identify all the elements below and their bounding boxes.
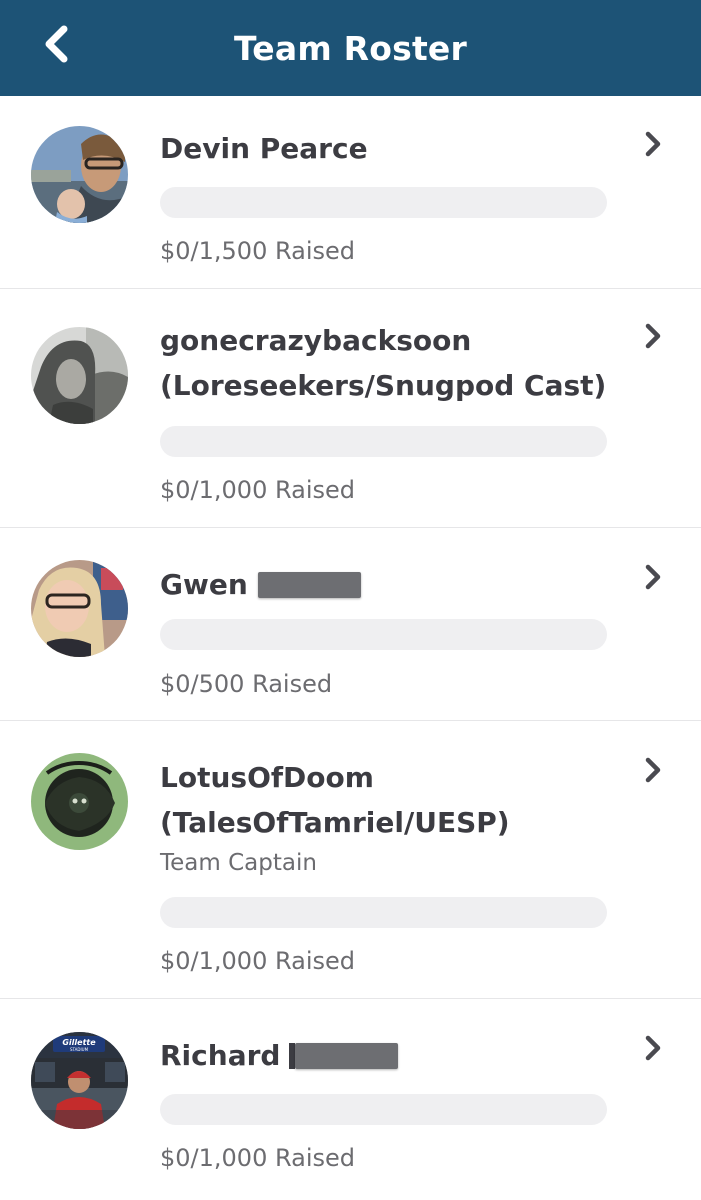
redacted-surname — [295, 1042, 399, 1069]
member-name: Richard — [160, 1039, 281, 1072]
redacted-surname — [257, 571, 361, 598]
amount-raised: $0/1,000 Raised — [160, 947, 355, 975]
chevron-right-icon — [640, 755, 666, 785]
top-bar: Team Roster — [0, 0, 701, 96]
avatar — [31, 560, 128, 657]
amount-raised: $0/500 Raised — [160, 670, 333, 698]
avatar — [31, 753, 128, 850]
list-item[interactable]: Devin Pearce $0/1,500 Raised — [0, 96, 701, 289]
chevron-right-icon — [640, 129, 666, 159]
chevron-left-icon — [45, 25, 68, 63]
fundraising-progress-bar — [160, 187, 607, 218]
member-name: LotusOfDoom (TalesOfTamriel/UESP) — [160, 761, 510, 839]
back-button[interactable] — [36, 22, 76, 66]
list-item[interactable]: Gwen $0/500 Raised — [0, 528, 701, 721]
page-title: Team Roster — [233, 28, 467, 68]
member-role: Team Captain — [160, 850, 317, 876]
amount-raised: $0/1,000 Raised — [160, 476, 355, 504]
member-name: gonecrazybacksoon (Loreseekers/Snugpod C… — [160, 324, 607, 402]
list-item[interactable]: LotusOfDoom (TalesOfTamriel/UESP) Team C… — [0, 721, 701, 999]
chevron-right-icon — [640, 321, 666, 351]
fundraising-progress-bar — [160, 426, 607, 457]
svg-text:Gillette: Gillette — [62, 1038, 96, 1047]
avatar: Gillette STADIUM — [31, 1032, 128, 1129]
list-item[interactable]: Gillette STADIUM Richard $0/1,000 Raised — [0, 999, 701, 1199]
svg-text:STADIUM: STADIUM — [70, 1047, 89, 1052]
fundraising-progress-bar — [160, 897, 607, 928]
avatar — [31, 327, 128, 424]
fundraising-progress-bar — [160, 1094, 607, 1125]
amount-raised: $0/1,500 Raised — [160, 237, 355, 265]
member-name-row: Richard — [160, 1033, 610, 1078]
amount-raised: $0/1,000 Raised — [160, 1144, 355, 1172]
member-name: Devin Pearce — [160, 132, 368, 165]
member-name-row: Gwen — [160, 562, 610, 607]
avatar — [31, 126, 128, 223]
fundraising-progress-bar — [160, 619, 607, 650]
chevron-right-icon — [640, 562, 666, 592]
member-name: Gwen — [160, 568, 248, 601]
chevron-right-icon — [640, 1033, 666, 1063]
list-item[interactable]: gonecrazybacksoon (Loreseekers/Snugpod C… — [0, 289, 701, 528]
team-roster-list: Devin Pearce $0/1,500 Raised gonecrazyba… — [0, 96, 701, 1199]
